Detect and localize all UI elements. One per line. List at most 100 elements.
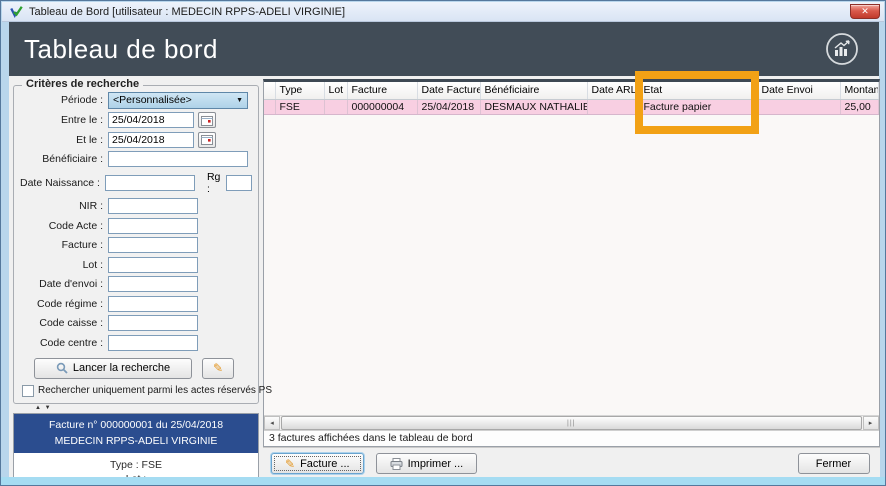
column-header-montant[interactable]: Montant <box>840 82 878 99</box>
calendar-icon <box>201 134 213 145</box>
code-centre-label: Code centre : <box>20 337 108 349</box>
cell-beneficiaire[interactable]: DESMAUX NATHALIE <box>480 99 587 114</box>
date-envoi-input[interactable] <box>108 276 198 292</box>
date-naissance-input[interactable] <box>105 175 195 191</box>
column-header-date-facture[interactable]: Date Facture <box>417 82 480 99</box>
code-centre-input[interactable] <box>108 335 198 351</box>
code-acte-input[interactable] <box>108 218 198 234</box>
statistics-chart-icon[interactable] <box>825 32 859 66</box>
periode-selected-value: <Personnalisée> <box>113 94 236 106</box>
app-icon <box>9 5 24 19</box>
beneficiaire-input[interactable] <box>108 151 248 167</box>
rg-input[interactable] <box>226 175 252 191</box>
page-header: Tableau de bord <box>9 22 879 76</box>
launch-search-button[interactable]: Lancer la recherche <box>34 358 192 379</box>
close-button[interactable]: ✕ <box>850 4 880 19</box>
title-bar: Tableau de Bord [utilisateur : MEDECIN R… <box>2 2 884 22</box>
fermer-button-label: Fermer <box>816 458 851 470</box>
facture-pencil-icon: ✎ <box>285 457 295 471</box>
code-regime-input[interactable] <box>108 296 198 312</box>
cell-type[interactable]: FSE <box>275 99 324 114</box>
facture-label: Facture : <box>20 239 108 251</box>
lot-input[interactable] <box>108 257 198 273</box>
window-bottom-border <box>1 477 885 485</box>
column-header-type[interactable]: Type <box>275 82 324 99</box>
invoice-practitioner-line: MEDECIN RPPS-ADELI VIRGINIE <box>16 435 256 447</box>
column-header-date-envoi[interactable]: Date Envoi <box>757 82 840 99</box>
panel-splitter[interactable]: ▲ ▼ <box>13 404 259 413</box>
column-header-date-arl[interactable]: Date ARL <box>587 82 639 99</box>
code-caisse-input[interactable] <box>108 315 198 331</box>
reserved-ps-checkbox[interactable] <box>22 385 34 397</box>
invoice-detail-panel: Facture n° 000000001 du 25/04/2018 MEDEC… <box>13 413 259 480</box>
table-empty-area <box>264 115 879 416</box>
scrollbar-grip-icon: ||| <box>567 420 575 427</box>
invoices-panel: Type Lot Facture Date Facture Bénéficiai… <box>261 76 880 479</box>
et-le-calendar-button[interactable] <box>198 132 216 148</box>
chevron-down-icon: ▼ <box>236 97 243 104</box>
column-header-facture[interactable]: Facture <box>347 82 417 99</box>
search-criteria-group: Critères de recherche Période : <Personn… <box>13 85 259 404</box>
lot-label: Lot : <box>20 259 108 271</box>
cell-lot[interactable] <box>324 99 347 114</box>
cell-date-facture[interactable]: 25/04/2018 <box>417 99 480 114</box>
reserved-ps-checkbox-label: Rechercher uniquement parmi les actes ré… <box>38 385 272 396</box>
date-naissance-label: Date Naissance : <box>20 177 105 189</box>
invoices-table-container: Type Lot Facture Date Facture Bénéficiai… <box>263 79 880 447</box>
status-bar: 3 factures affichées dans le tableau de … <box>264 430 879 446</box>
cell-montant[interactable]: 25,00 <box>840 99 878 114</box>
code-acte-label: Code Acte : <box>20 220 108 232</box>
row-selector-cell[interactable] <box>264 99 275 114</box>
table-row[interactable]: FSE 000000004 25/04/2018 DESMAUX NATHALI… <box>264 99 878 114</box>
clear-criteria-button[interactable]: ✎ <box>202 358 234 379</box>
et-le-input[interactable] <box>108 132 194 148</box>
periode-label: Période : <box>20 94 108 106</box>
entre-le-input[interactable] <box>108 112 194 128</box>
app-window: Tableau de Bord [utilisateur : MEDECIN R… <box>0 0 886 486</box>
facture-button[interactable]: ✎ Facture ... <box>271 453 364 474</box>
bottom-button-bar: ✎ Facture ... Imprimer ... Fermer <box>263 447 880 479</box>
facture-button-label: Facture ... <box>300 458 350 470</box>
fermer-button[interactable]: Fermer <box>798 453 870 474</box>
scroll-right-button[interactable]: ▸ <box>863 416 879 430</box>
imprimer-button-label: Imprimer ... <box>408 458 464 470</box>
cell-date-arl[interactable] <box>587 99 639 114</box>
calendar-icon <box>201 115 213 126</box>
rg-label: Rg : <box>207 171 222 195</box>
cell-etat[interactable]: Facture papier <box>639 99 757 114</box>
table-header-row: Type Lot Facture Date Facture Bénéficiai… <box>264 82 878 99</box>
facture-input[interactable] <box>108 237 198 253</box>
close-icon: ✕ <box>861 6 869 16</box>
beneficiaire-label: Bénéficiaire : <box>20 153 108 165</box>
cell-facture[interactable]: 000000004 <box>347 99 417 114</box>
window-left-border <box>1 22 9 485</box>
scroll-right-icon: ▸ <box>869 419 873 427</box>
scroll-left-button[interactable]: ◂ <box>264 416 280 430</box>
status-text: 3 factures affichées dans le tableau de … <box>269 432 473 444</box>
nir-input[interactable] <box>108 198 198 214</box>
row-selector-header <box>264 82 275 99</box>
invoice-detail-body: Type : FSE Lot : Facture Bénéficiaire : … <box>14 453 258 480</box>
column-header-lot[interactable]: Lot <box>324 82 347 99</box>
search-icon <box>56 362 68 374</box>
column-header-beneficiaire[interactable]: Bénéficiaire <box>480 82 587 99</box>
entre-le-calendar-button[interactable] <box>198 112 216 128</box>
window-title: Tableau de Bord [utilisateur : MEDECIN R… <box>29 6 345 18</box>
code-regime-label: Code régime : <box>20 298 108 310</box>
invoice-detail-header: Facture n° 000000001 du 25/04/2018 MEDEC… <box>14 414 258 453</box>
launch-search-label: Lancer la recherche <box>73 362 170 374</box>
printer-icon <box>390 458 403 470</box>
horizontal-scrollbar[interactable]: ◂ ||| ▸ <box>264 415 879 430</box>
scroll-left-icon: ◂ <box>270 419 274 427</box>
cell-date-envoi[interactable] <box>757 99 840 114</box>
splitter-arrows-icon: ▲ ▼ <box>35 405 52 411</box>
column-header-etat[interactable]: Etat <box>639 82 757 99</box>
search-panel: Critères de recherche Période : <Personn… <box>9 76 261 479</box>
periode-select[interactable]: <Personnalisée> ▼ <box>108 92 248 109</box>
scrollbar-thumb[interactable]: ||| <box>281 416 862 430</box>
imprimer-button[interactable]: Imprimer ... <box>376 453 478 474</box>
invoices-table: Type Lot Facture Date Facture Bénéficiai… <box>264 82 879 115</box>
code-caisse-label: Code caisse : <box>20 317 108 329</box>
date-envoi-label: Date d'envoi : <box>20 278 108 290</box>
et-le-label: Et le : <box>20 134 108 146</box>
